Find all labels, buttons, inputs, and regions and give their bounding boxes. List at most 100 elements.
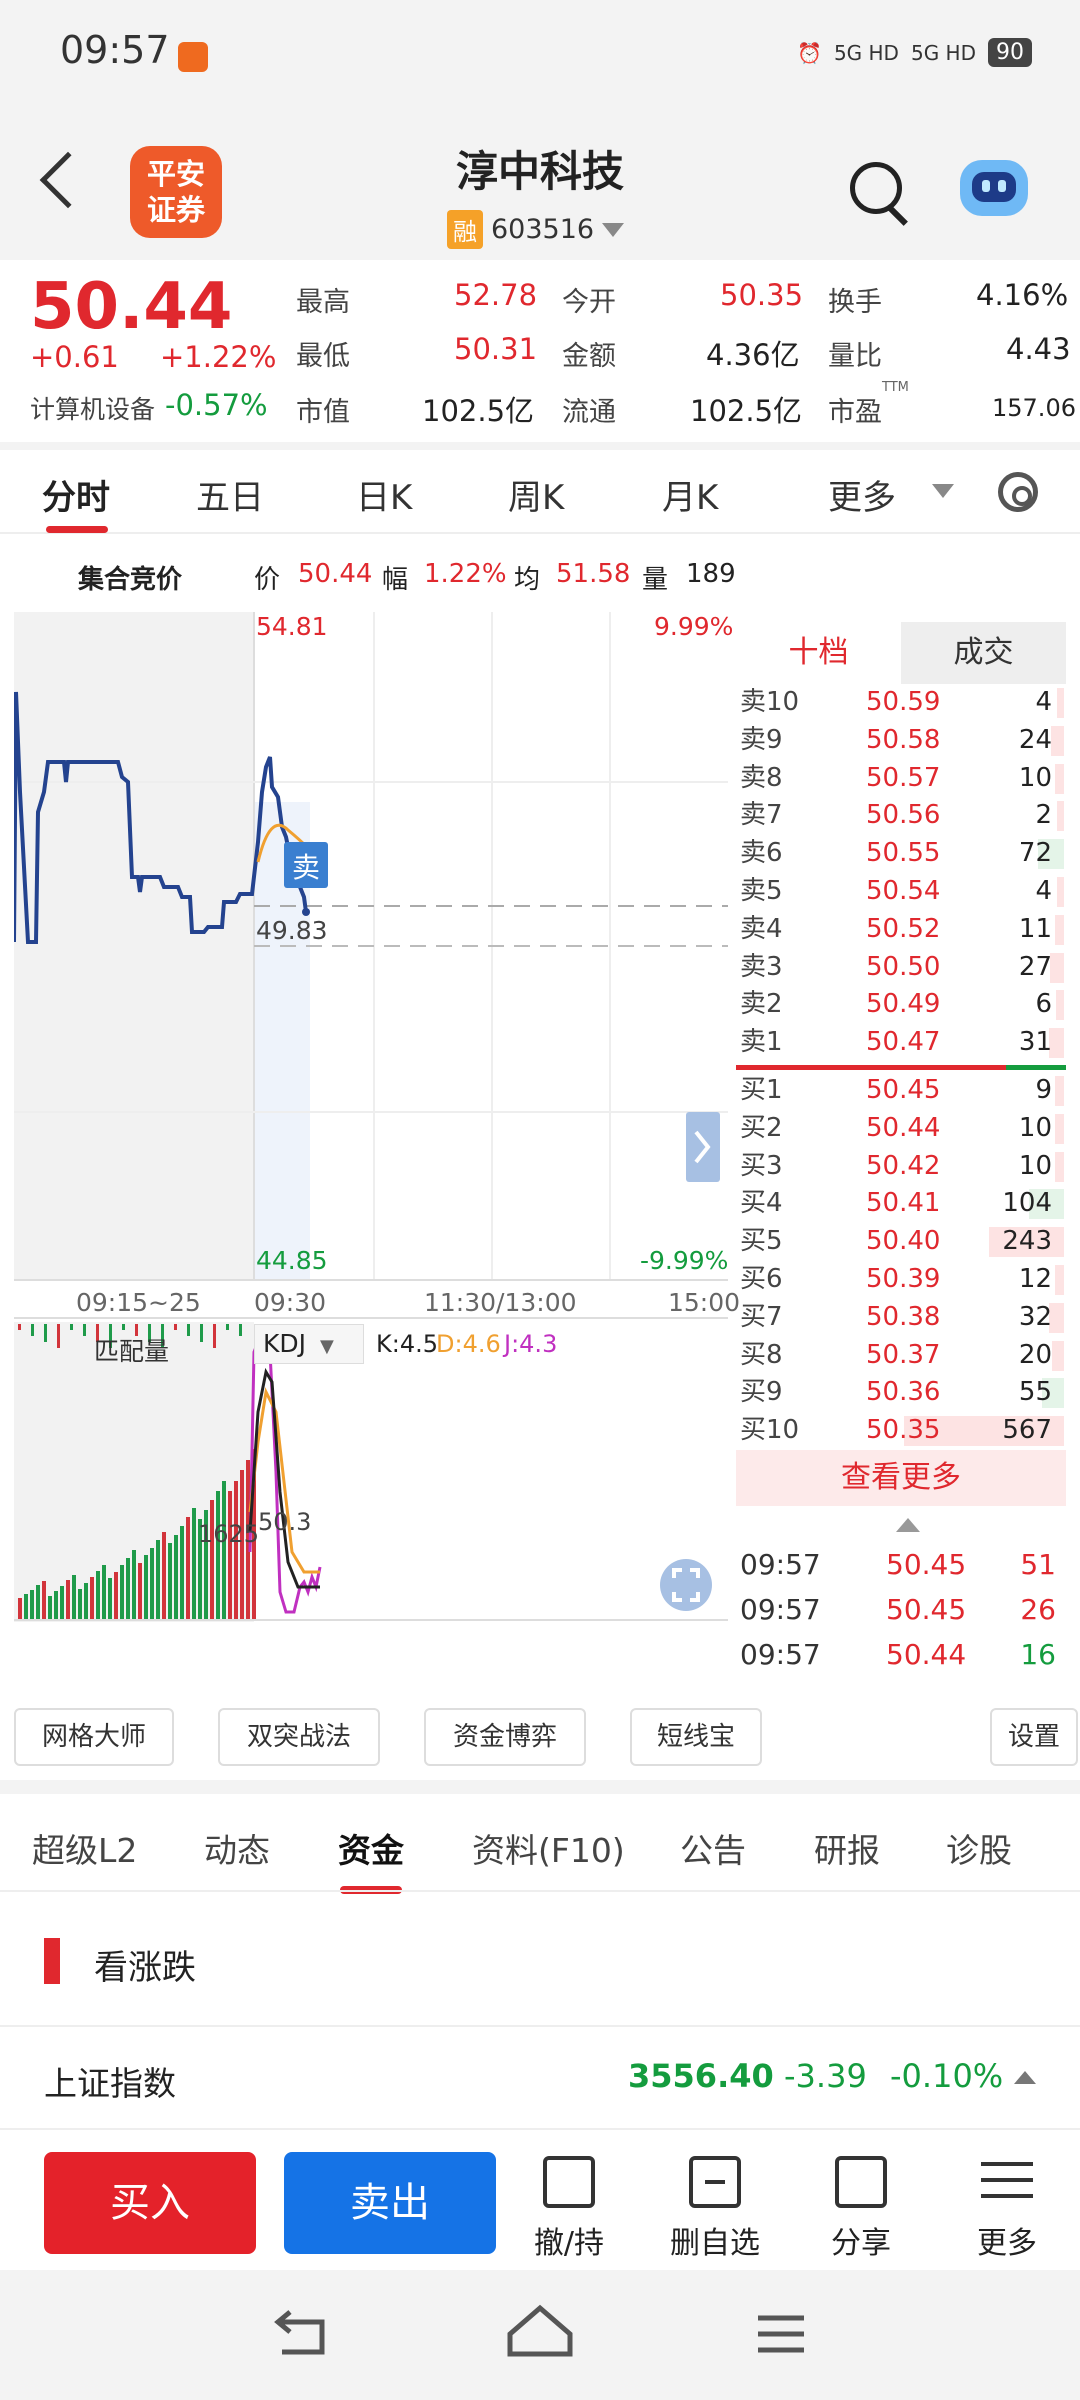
bid-price: 50.38 bbox=[866, 1301, 941, 1332]
ask-price: 50.58 bbox=[866, 724, 941, 755]
kdj-k: K:4.5 bbox=[376, 1330, 438, 1358]
fullscreen-icon[interactable] bbox=[660, 1560, 714, 1614]
ask-row[interactable]: 卖5 50.54 4 bbox=[736, 873, 1066, 911]
bid-row[interactable]: 买8 50.37 20 bbox=[736, 1337, 1066, 1375]
ask-row[interactable]: 卖8 50.57 10 bbox=[736, 760, 1066, 798]
trade-row: 09:57 50.45 26 bbox=[736, 1587, 1066, 1632]
search-icon[interactable] bbox=[850, 162, 902, 214]
ask-price: 50.47 bbox=[866, 1027, 941, 1058]
share-button[interactable]: 分享 bbox=[806, 2156, 916, 2262]
ask-label: 卖2 bbox=[740, 989, 783, 1020]
match-volume-tick bbox=[18, 1324, 21, 1330]
more-chevron-icon[interactable] bbox=[932, 484, 954, 498]
bid-vol: 567 bbox=[1002, 1415, 1052, 1446]
tab-trades[interactable]: 成交 bbox=[901, 622, 1066, 684]
index-value: 3556.40 bbox=[628, 2057, 774, 2095]
mcap-value: 102.5亿 bbox=[422, 394, 535, 428]
tab-weekly-k[interactable]: 周K bbox=[508, 470, 564, 519]
chevron-up-icon[interactable] bbox=[1014, 2071, 1036, 2084]
nav-menu-button[interactable] bbox=[740, 2300, 820, 2370]
volume-bar bbox=[1052, 1340, 1064, 1371]
volume-bar bbox=[1050, 952, 1064, 983]
bid-row[interactable]: 买4 50.41 104 bbox=[736, 1185, 1066, 1223]
gear-icon[interactable] bbox=[998, 472, 1038, 512]
settings-button[interactable]: 设置 bbox=[990, 1708, 1078, 1766]
nav-back-button[interactable] bbox=[260, 2300, 340, 2370]
tab-five-day[interactable]: 五日 bbox=[196, 470, 264, 519]
tab-intraday[interactable]: 分时 bbox=[42, 470, 110, 519]
chevron-down-icon[interactable] bbox=[602, 222, 625, 237]
divider bbox=[0, 1890, 1080, 1892]
ask-row[interactable]: 卖2 50.49 6 bbox=[736, 986, 1066, 1024]
signal-1: 5G HD bbox=[833, 40, 899, 65]
tab-f10[interactable]: 资料(F10) bbox=[472, 1824, 625, 1872]
more-button[interactable]: 更多 bbox=[952, 2156, 1062, 2262]
bid-price: 50.40 bbox=[866, 1226, 941, 1257]
ask-row[interactable]: 卖1 50.47 31 bbox=[736, 1024, 1066, 1062]
grid-master-button[interactable]: 网格大师 bbox=[14, 1708, 174, 1766]
bid-row[interactable]: 买5 50.40 243 bbox=[736, 1223, 1066, 1261]
tab-research[interactable]: 研报 bbox=[814, 1824, 880, 1872]
tab-capital[interactable]: 资金 bbox=[338, 1824, 404, 1872]
bid-row[interactable]: 买3 50.42 10 bbox=[736, 1148, 1066, 1186]
buy-button[interactable]: 买入 bbox=[44, 2152, 256, 2254]
ask-row[interactable]: 卖9 50.58 24 bbox=[736, 722, 1066, 760]
trade-price: 50.44 bbox=[886, 1637, 967, 1671]
action-bar: 买入 卖出 撤/持 删自选 分享 更多 bbox=[0, 2132, 1080, 2262]
detail-tabs: 超级L2 动态 资金 资料(F10) 公告 研报 诊股 bbox=[0, 1780, 1080, 1894]
bid-row[interactable]: 买7 50.38 32 bbox=[736, 1299, 1066, 1337]
order-book: 十档 成交 卖10 50.59 4 卖9 50.58 24 卖8 50.57 10 卖7 50.56… bbox=[736, 622, 1066, 1677]
bid-row[interactable]: 买10 50.35 567 bbox=[736, 1412, 1066, 1450]
indicator-selector[interactable]: KDJ ▼ bbox=[254, 1324, 364, 1364]
tab-ten-levels[interactable]: 十档 bbox=[736, 622, 901, 684]
ask-row[interactable]: 卖7 50.56 2 bbox=[736, 797, 1066, 835]
bid-row[interactable]: 买9 50.36 55 bbox=[736, 1374, 1066, 1412]
remove-watchlist-button[interactable]: 删自选 bbox=[660, 2156, 770, 2262]
intraday-chart[interactable]: 54.81 9.99% 49.83 44.85 -9.99% 卖 09:15~2… bbox=[14, 612, 740, 1622]
stock-code-row[interactable]: 融 603516 bbox=[447, 210, 625, 249]
tab-monthly-k[interactable]: 月K bbox=[662, 470, 718, 519]
ask-row[interactable]: 卖3 50.50 27 bbox=[736, 949, 1066, 987]
sector-name[interactable]: 计算机设备 bbox=[30, 390, 155, 426]
volume-bar bbox=[138, 1563, 142, 1620]
tab-announcements[interactable]: 公告 bbox=[680, 1824, 746, 1872]
volume-bar bbox=[66, 1580, 70, 1620]
expand-orderbook-button[interactable] bbox=[684, 1124, 724, 1184]
sub-chart-value2: 50.3 bbox=[258, 1508, 312, 1536]
sell-button[interactable]: 卖出 bbox=[284, 2152, 496, 2254]
bid-row[interactable]: 买6 50.39 12 bbox=[736, 1261, 1066, 1299]
battery-icon: 90 bbox=[988, 38, 1032, 67]
ask-row[interactable]: 卖4 50.52 11 bbox=[736, 911, 1066, 949]
collapse-arrow[interactable] bbox=[736, 1506, 1066, 1542]
tab-daily-k[interactable]: 日K bbox=[356, 470, 412, 519]
volume-bar bbox=[18, 1598, 22, 1620]
capital-game-button[interactable]: 资金博弈 bbox=[424, 1708, 586, 1766]
ask-row[interactable]: 卖10 50.59 4 bbox=[736, 684, 1066, 722]
match-volume-tick bbox=[44, 1324, 47, 1342]
nav-home-button[interactable] bbox=[500, 2300, 580, 2370]
short-term-button[interactable]: 短线宝 bbox=[630, 1708, 762, 1766]
margin-badge: 融 bbox=[447, 210, 483, 249]
view-more-button[interactable]: 查看更多 bbox=[736, 1449, 1066, 1506]
robot-assistant-icon[interactable] bbox=[960, 160, 1028, 216]
ask-price: 50.57 bbox=[866, 762, 941, 793]
ask-vol: 10 bbox=[1018, 762, 1052, 793]
bid-label: 买1 bbox=[740, 1074, 783, 1105]
chart-bottom-price: 44.85 bbox=[256, 1246, 328, 1275]
ask-row[interactable]: 卖6 50.55 72 bbox=[736, 835, 1066, 873]
tab-diagnosis[interactable]: 诊股 bbox=[946, 1824, 1012, 1872]
trade-ticks: 09:57 50.45 51 09:57 50.45 26 09:57 50.44 16 bbox=[736, 1542, 1066, 1677]
last-price: 50.44 bbox=[30, 270, 233, 344]
bid-label: 买9 bbox=[740, 1377, 783, 1408]
cancel-hold-button[interactable]: 撤/持 bbox=[514, 2156, 624, 2262]
bid-row[interactable]: 买2 50.44 10 bbox=[736, 1110, 1066, 1148]
ask-price: 50.59 bbox=[866, 687, 941, 717]
tab-super-l2[interactable]: 超级L2 bbox=[32, 1824, 137, 1872]
index-row[interactable]: 上证指数 3556.40 -3.39 -0.10% bbox=[0, 2025, 1080, 2130]
remove-watchlist-label: 删自选 bbox=[670, 2226, 760, 2261]
bid-row[interactable]: 买1 50.45 9 bbox=[736, 1072, 1066, 1110]
volume-bar bbox=[126, 1558, 130, 1620]
tab-more[interactable]: 更多 bbox=[828, 470, 896, 519]
tab-news[interactable]: 动态 bbox=[204, 1824, 270, 1872]
double-break-button[interactable]: 双突战法 bbox=[218, 1708, 380, 1766]
